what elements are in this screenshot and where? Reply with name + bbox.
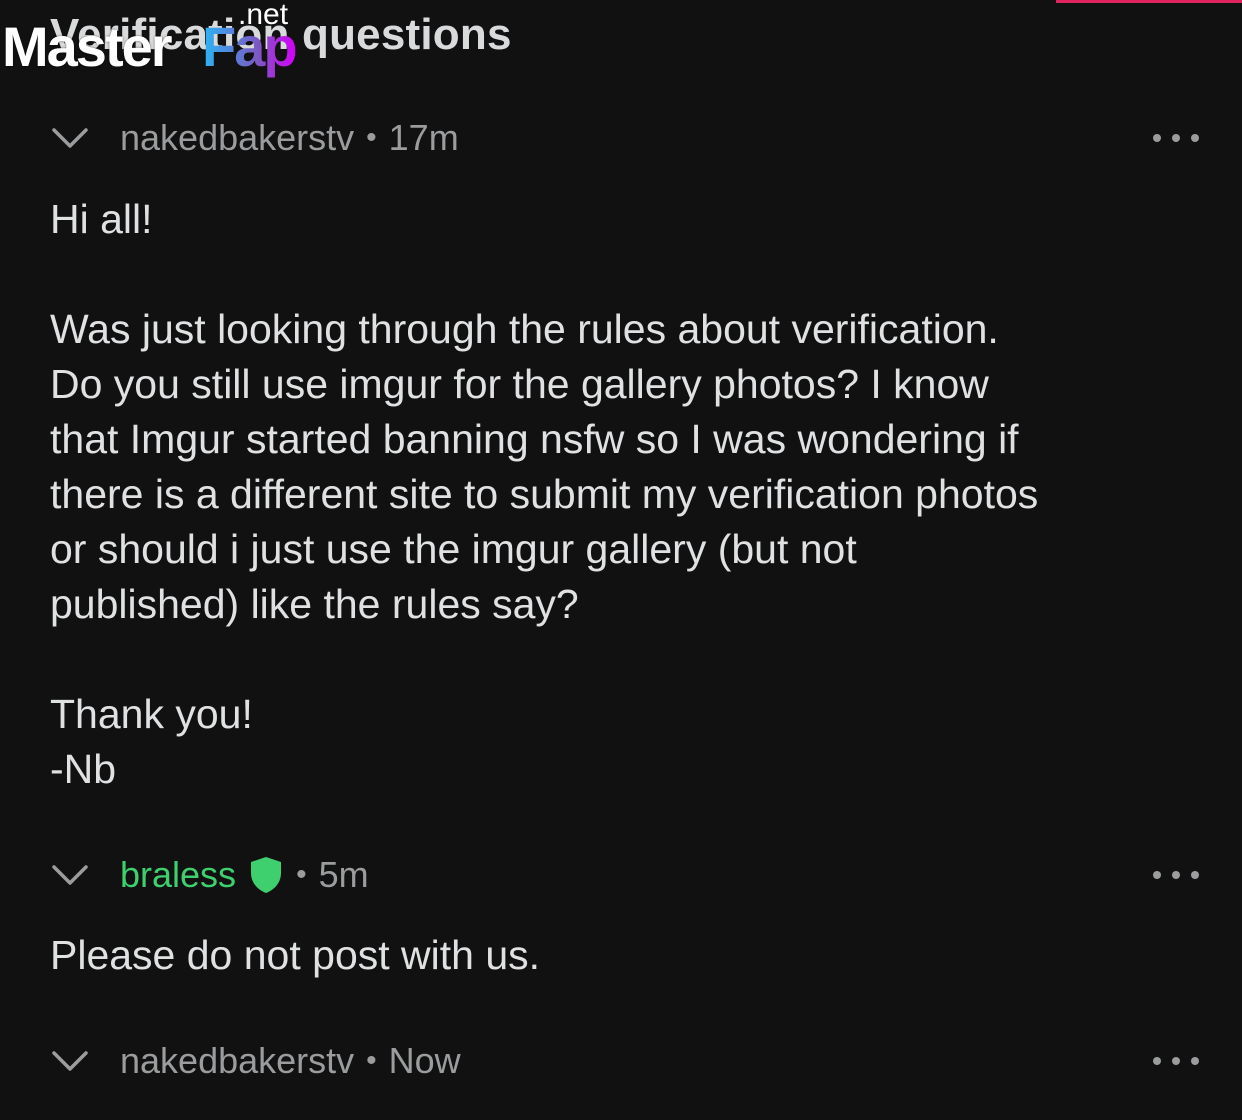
shield-icon	[250, 855, 284, 895]
comment-line: Do you still use imgur for the gallery p…	[50, 361, 989, 407]
comment-meta: nakedbakerstv • Now	[120, 1040, 461, 1082]
comment-time: 5m	[318, 854, 369, 895]
watermark-logo: Master Fap .net	[2, 0, 312, 86]
comment-header: nakedbakerstv • 17m	[50, 113, 1200, 163]
watermark-net-text: .net	[238, 0, 289, 31]
page-header: Verification questions Master Fap .net	[0, 0, 1242, 90]
comment-body: Please do not post with us.	[50, 928, 1210, 983]
chevron-down-icon[interactable]	[50, 853, 94, 897]
more-options-icon[interactable]	[1140, 1036, 1200, 1086]
comment-line: Was just looking through the rules about…	[50, 306, 999, 352]
comment-time: Now	[388, 1040, 461, 1081]
comment-line: Please do not post with us.	[50, 932, 541, 978]
comment-line: Thank you!	[50, 691, 253, 737]
separator-dot: •	[366, 121, 377, 154]
comment-meta: nakedbakerstv • 17m	[120, 117, 459, 159]
comment-line: published) like the rules say?	[50, 581, 579, 627]
comment-username[interactable]: nakedbakerstv	[120, 1040, 354, 1082]
comment-time: 17m	[388, 117, 459, 158]
comment-line: that Imgur started banning nsfw so I was…	[50, 416, 1019, 462]
separator-dot: •	[366, 1044, 377, 1077]
comment-header: nakedbakerstv • Now	[50, 1036, 1200, 1086]
chevron-down-icon[interactable]	[50, 116, 94, 160]
watermark-master-text: Master	[2, 15, 173, 78]
comment-meta: braless • 5m	[120, 854, 369, 896]
separator-dot: •	[296, 858, 307, 891]
more-options-icon[interactable]	[1140, 850, 1200, 900]
comment-username[interactable]: nakedbakerstv	[120, 117, 354, 159]
comment-username-moderator[interactable]: braless	[120, 854, 236, 896]
comment-line: -Nb	[50, 746, 117, 792]
chevron-down-icon[interactable]	[50, 1039, 94, 1083]
more-options-icon[interactable]	[1140, 113, 1200, 163]
comment-line: Hi all!	[50, 196, 153, 242]
comment-line: or should i just use the imgur gallery (…	[50, 526, 857, 572]
comment-body: Hi all! Was just looking through the rul…	[50, 192, 1210, 797]
comment-line: there is a different site to submit my v…	[50, 471, 1039, 517]
comment-header: braless • 5m	[50, 850, 1200, 900]
